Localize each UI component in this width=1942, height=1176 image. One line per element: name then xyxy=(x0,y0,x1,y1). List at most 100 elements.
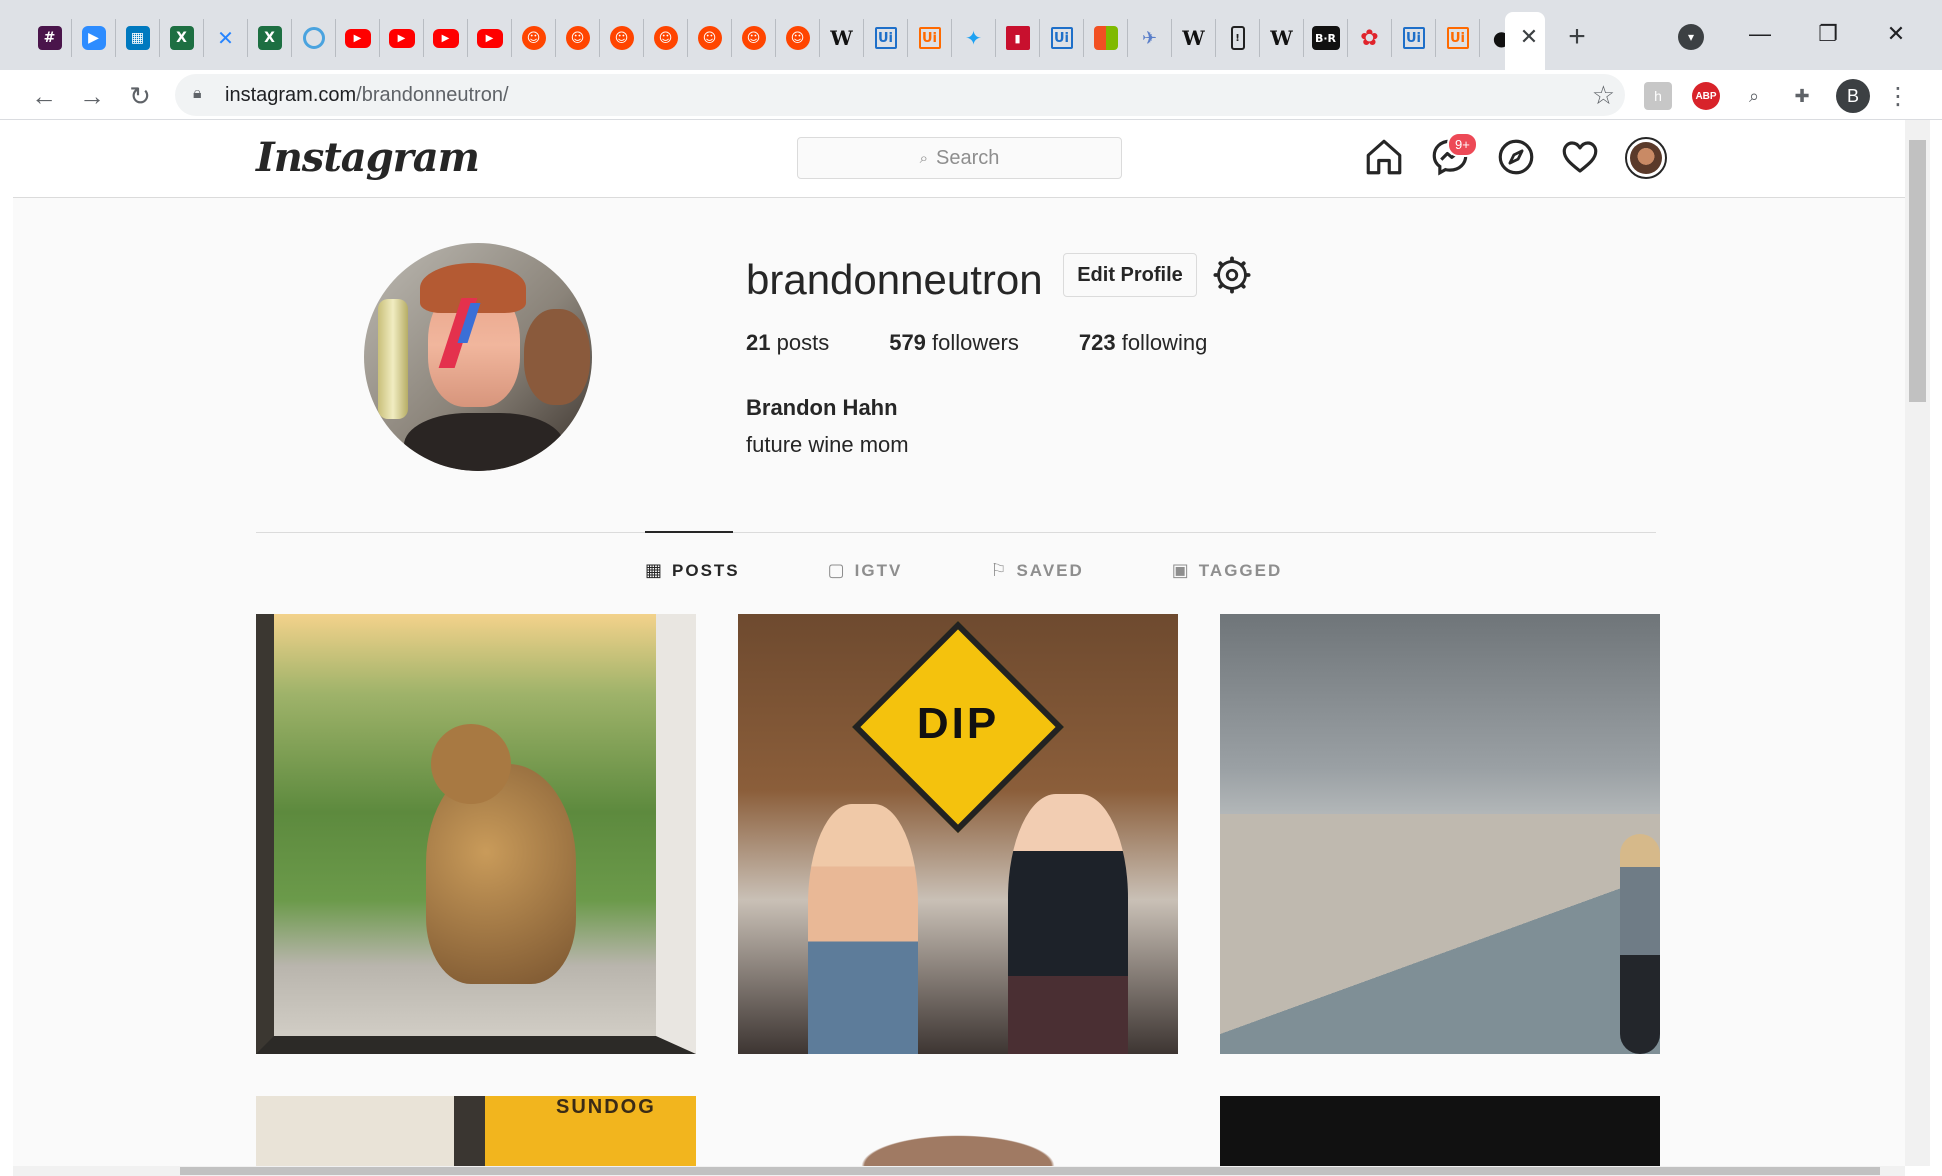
edit-profile-button[interactable]: Edit Profile xyxy=(1063,253,1197,297)
pinned-tab[interactable]: W xyxy=(1260,19,1304,57)
adblock-plus-icon[interactable]: ABP xyxy=(1692,82,1720,110)
profile-picture-shirt xyxy=(404,413,564,471)
pinned-tab[interactable]: ☺ xyxy=(776,19,820,57)
pinned-tab[interactable] xyxy=(1084,19,1128,57)
pinned-tab[interactable] xyxy=(292,19,336,57)
profile-picture[interactable] xyxy=(364,243,592,471)
pinned-tab[interactable]: Ui xyxy=(1436,19,1480,57)
browser-toolbar: ← → ↻ 🔒︎ instagram.com/brandonneutron/ ☆… xyxy=(0,70,1942,120)
pinned-tab[interactable]: ☺ xyxy=(688,19,732,57)
youtube-icon: ▶ xyxy=(476,28,503,48)
tab-saved[interactable]: ⚐ SAVED xyxy=(990,560,1083,581)
search-placeholder: Search xyxy=(936,146,1000,169)
pinned-tab[interactable]: W xyxy=(820,19,864,57)
pinned-tab[interactable]: ▶ xyxy=(72,19,116,57)
pinned-tab[interactable]: ▶ xyxy=(336,19,380,57)
post-thumbnail[interactable]: SUNDOG xyxy=(256,1096,696,1166)
pinned-tab[interactable]: W xyxy=(1172,19,1216,57)
address-bar[interactable]: 🔒︎ instagram.com/brandonneutron/ ☆ xyxy=(175,74,1625,116)
explore-compass-icon[interactable] xyxy=(1495,136,1537,178)
tab-label: POSTS xyxy=(672,560,740,580)
post-thumbnail[interactable] xyxy=(256,614,696,1054)
post-thumbnail[interactable] xyxy=(1220,1096,1660,1166)
pinned-tab[interactable]: ✕ xyxy=(204,19,248,57)
pinned-tab[interactable]: ✿ xyxy=(1348,19,1392,57)
extensions-puzzle-icon[interactable]: ✚ xyxy=(1788,82,1816,110)
pinned-tab[interactable]: # xyxy=(28,19,72,57)
pinned-tab[interactable]: X xyxy=(160,19,204,57)
instagram-logo[interactable]: Instagram xyxy=(256,134,480,181)
horizontal-scrollbar-thumb[interactable] xyxy=(180,1167,1880,1175)
stat-count: 21 xyxy=(746,330,771,355)
pinned-tab[interactable]: B·R xyxy=(1304,19,1348,57)
pinned-tab[interactable]: ✦ xyxy=(952,19,996,57)
pinned-tab[interactable]: ▶ xyxy=(468,19,512,57)
pinned-tab[interactable]: ☺ xyxy=(732,19,776,57)
reddit-icon: ☺ xyxy=(741,26,766,50)
pinned-tab[interactable]: Ui xyxy=(1392,19,1436,57)
uipath-icon: Ui xyxy=(874,27,897,49)
settings-gear-icon[interactable] xyxy=(1213,256,1251,294)
pinned-tab[interactable]: ▶ xyxy=(424,19,468,57)
chrome-menu-icon[interactable]: ⋮ xyxy=(1884,82,1912,110)
stat-followers[interactable]: 579 followers xyxy=(889,330,1019,356)
reddit-icon: ☺ xyxy=(565,26,590,50)
profile-avatar-icon[interactable] xyxy=(1625,137,1667,179)
pinned-tab[interactable]: ✈ xyxy=(1128,19,1172,57)
post-thumbnail[interactable]: DIP xyxy=(738,614,1178,1054)
pinned-tab[interactable]: Ui xyxy=(908,19,952,57)
pinned-tab[interactable]: ▮ xyxy=(996,19,1040,57)
pinned-tab[interactable]: ▦ xyxy=(116,19,160,57)
search-extension-icon[interactable]: ⌕ xyxy=(1740,82,1768,110)
pinned-tab[interactable]: ☺ xyxy=(556,19,600,57)
history-extension-icon[interactable]: h xyxy=(1644,82,1672,110)
pinned-tab[interactable]: ☺ xyxy=(644,19,688,57)
pinned-tab[interactable]: X xyxy=(248,19,292,57)
tab-label: TAGGED xyxy=(1198,560,1283,580)
home-icon[interactable] xyxy=(1363,136,1405,178)
pinned-tab[interactable]: Ui xyxy=(1040,19,1084,57)
profile-avatar-button[interactable]: B xyxy=(1836,79,1870,113)
post-thumbnail[interactable] xyxy=(1220,614,1660,1054)
stat-following[interactable]: 723 following xyxy=(1079,330,1207,356)
pinned-tab[interactable]: ! xyxy=(1216,19,1260,57)
uipath-icon: Ui xyxy=(1050,27,1073,49)
tab-search-button[interactable]: ▾ xyxy=(1678,24,1704,50)
page-viewport: Instagram ⌕ Search 9+ brandonneutron Edi… xyxy=(13,120,1905,1166)
microsoft-icon xyxy=(1093,26,1118,50)
search-input[interactable]: ⌕ Search xyxy=(797,137,1122,179)
tab-posts[interactable]: ▦ POSTS xyxy=(645,560,740,581)
zoom-icon: ▶ xyxy=(81,26,106,50)
tab-close-icon[interactable]: ✕ xyxy=(1514,22,1544,52)
pinned-tabs: # ▶ ▦ X ✕ X ▶ ▶ ▶ ▶ ☺ ☺ ☺ ☺ ☺ ☺ ☺ W Ui Ui ✦ ▮ Ui ✈ W! W B·R ✿ Ui Ui ● xyxy=(28,19,1524,57)
chart-bars-icon: ▮ xyxy=(1005,26,1030,50)
tab-label: IGTV xyxy=(854,560,903,580)
slack-icon: # xyxy=(37,26,62,50)
stat-count: 579 xyxy=(889,330,926,355)
pinned-tab[interactable]: ☺ xyxy=(512,19,556,57)
excel-icon: X xyxy=(257,26,282,50)
minimize-button[interactable]: — xyxy=(1730,14,1790,54)
person-left xyxy=(808,804,918,1054)
post-thumbnail[interactable] xyxy=(738,1096,1178,1166)
activity-heart-icon[interactable] xyxy=(1559,136,1601,178)
pinned-tab[interactable]: ☺ xyxy=(600,19,644,57)
reload-button[interactable]: ↻ xyxy=(124,80,156,112)
reddit-icon: ☺ xyxy=(785,26,810,50)
reddit-icon: ☺ xyxy=(697,26,722,50)
pinned-tab[interactable]: Ui xyxy=(864,19,908,57)
pinned-tab[interactable]: ▶ xyxy=(380,19,424,57)
bookmark-star-icon[interactable]: ☆ xyxy=(1592,80,1615,111)
stat-posts: 21 posts xyxy=(746,330,829,356)
close-window-button[interactable]: ✕ xyxy=(1866,14,1926,54)
restore-button[interactable]: ❐ xyxy=(1798,14,1858,54)
tab-igtv[interactable]: ▢ IGTV xyxy=(828,560,903,581)
url-path: /brandonneutron/ xyxy=(356,84,509,106)
tab-tagged[interactable]: ▣ TAGGED xyxy=(1172,560,1282,581)
forward-button[interactable]: → xyxy=(76,80,108,112)
url-text: instagram.com/brandonneutron/ xyxy=(225,84,509,107)
new-tab-button[interactable]: + xyxy=(1560,20,1594,54)
vertical-scrollbar-thumb[interactable] xyxy=(1909,140,1926,402)
tabs-divider xyxy=(256,532,1656,533)
back-button[interactable]: ← xyxy=(28,80,60,112)
